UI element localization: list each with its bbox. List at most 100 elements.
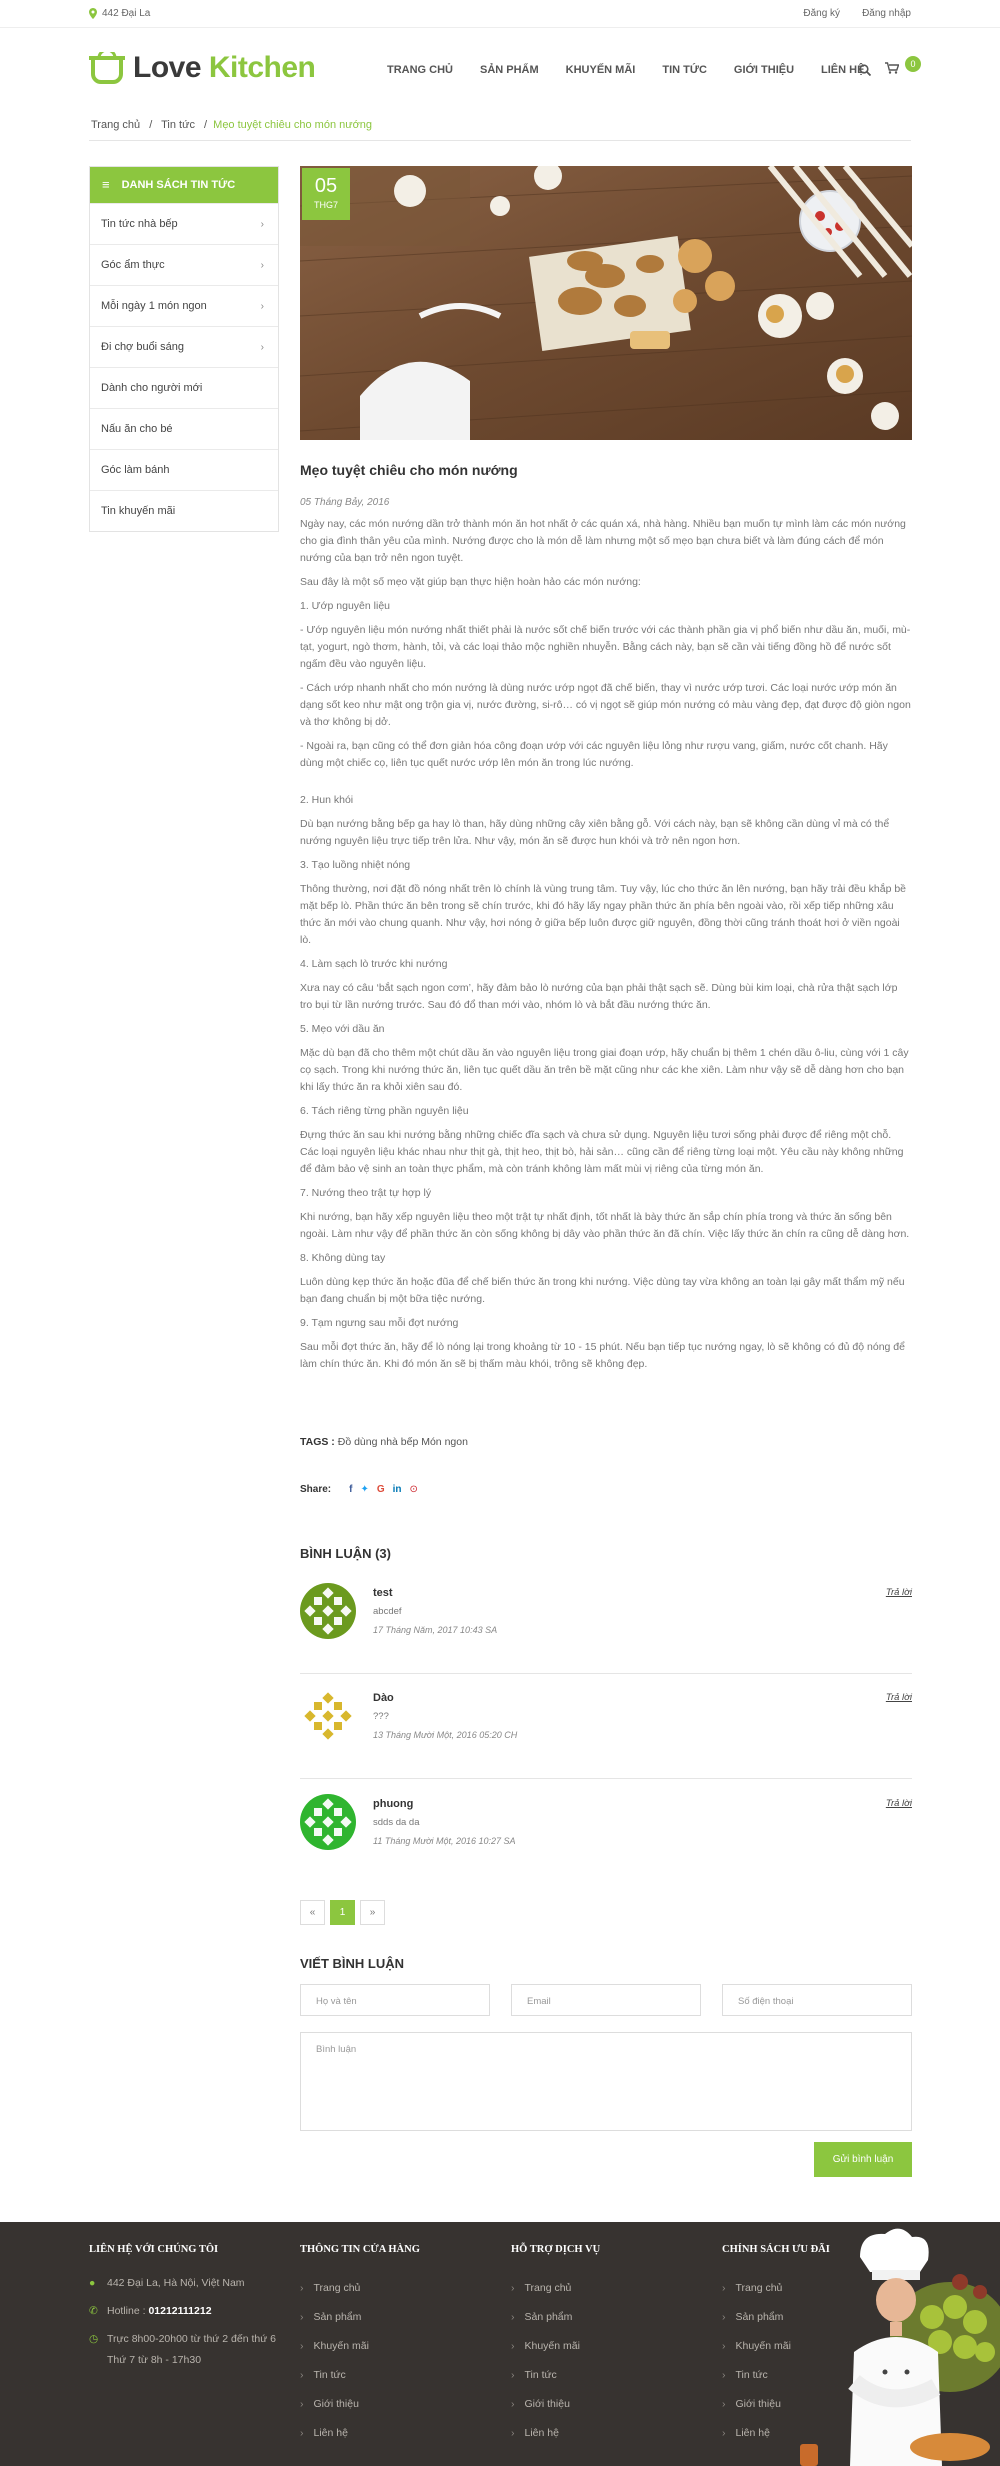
chevron-right-icon: › [511, 2368, 515, 2381]
footer-link-label: Khuyến mãi [524, 2339, 580, 2352]
breadcrumb-home[interactable]: Trang chủ [91, 119, 140, 131]
chevron-right-icon: › [300, 2368, 304, 2381]
footer-link[interactable]: › Giới thiệu [511, 2389, 600, 2418]
reply-link[interactable]: Trả lời [886, 1587, 912, 1598]
footer-link-label: Tin tức [735, 2368, 768, 2381]
email-input[interactable]: Email [511, 1984, 701, 2016]
article-paragraph: Xưa nay có câu ‘bắt sạch ngon cơm’, hãy … [300, 982, 898, 1011]
footer-link-label: Tin tức [313, 2368, 346, 2381]
nav-news[interactable]: TIN TỨC [662, 64, 707, 76]
phone-input[interactable]: Số điện thoại [722, 1984, 912, 2016]
footer-link[interactable]: › Khuyến mãi [511, 2331, 600, 2360]
google-plus-icon[interactable]: G [377, 1484, 385, 1495]
sidebar-item[interactable]: Nấu ăn cho bé [90, 408, 278, 449]
pot-logo-icon [89, 52, 125, 84]
article-body: Ngày nay, các món nướng dần trở thành mó… [300, 516, 912, 1380]
footer-column-title: HỖ TRỢ DỊCH VỤ [511, 2244, 601, 2255]
comment-divider [300, 1778, 912, 1779]
footer-link[interactable]: › Khuyến mãi [722, 2331, 830, 2360]
sidebar-item[interactable]: Đi chợ buổi sáng › [90, 326, 278, 367]
footer-link[interactable]: › Giới thiệu [722, 2389, 830, 2418]
breadcrumb-news[interactable]: Tin tức [161, 119, 195, 131]
twitter-icon[interactable]: ✦ [360, 1484, 368, 1495]
sidebar-item[interactable]: Dành cho người mới [90, 367, 278, 408]
submit-comment-button[interactable]: Gửi bình luận [814, 2142, 912, 2177]
menu-icon: ≡ [102, 177, 110, 192]
cart-button[interactable]: 0 [885, 56, 921, 77]
site-header: Love Kitchen TRANG CHỦ SẢN PHẨM KHUYẾN M… [0, 28, 1000, 110]
nav-products[interactable]: SẢN PHẨM [480, 64, 539, 76]
comment-form-title: VIẾT BÌNH LUẬN [300, 1956, 404, 1971]
reply-link[interactable]: Trả lời [886, 1798, 912, 1809]
search-icon[interactable] [859, 63, 871, 76]
sidebar-item-label: Góc làm bánh [101, 464, 170, 476]
footer-link[interactable]: › Sản phẩm [511, 2302, 600, 2331]
nav-home[interactable]: TRANG CHỦ [387, 64, 453, 76]
share-label: Share: [300, 1484, 332, 1495]
footer-link[interactable]: › Trang chủ [300, 2273, 420, 2302]
sidebar-item[interactable]: Tin tức nhà bếp › [90, 203, 278, 244]
post-date-badge: 05 THG7 [302, 168, 350, 220]
footer-link[interactable]: › Liên hệ [300, 2418, 420, 2447]
sidebar-item-label: Nấu ăn cho bé [101, 423, 173, 435]
nav-promotions[interactable]: KHUYẾN MÃI [566, 64, 636, 76]
chevron-right-icon: › [300, 2339, 304, 2352]
footer-link[interactable]: › Sản phẩm [300, 2302, 420, 2331]
sidebar-item-label: Tin tức nhà bếp [101, 218, 178, 230]
tags-label: TAGS : [300, 1436, 335, 1448]
sidebar-item[interactable]: Góc làm bánh [90, 449, 278, 490]
avatar [300, 1583, 356, 1639]
reply-link[interactable]: Trả lời [886, 1692, 912, 1703]
footer-link[interactable]: › Liên hệ [722, 2418, 830, 2447]
facebook-icon[interactable]: f [349, 1484, 352, 1495]
logo[interactable]: Love Kitchen [89, 51, 316, 85]
comment-textarea[interactable]: Bình luận [300, 2032, 912, 2131]
footer-address: 442 Đại La, Hà Nội, Việt Nam [107, 2277, 245, 2289]
footer-link-label: Khuyến mãi [313, 2339, 369, 2352]
article-paragraph: 6. Tách riêng từng phần nguyên liệu [300, 1105, 469, 1117]
footer-link[interactable]: › Giới thiệu [300, 2389, 420, 2418]
article-paragraph: 3. Tạo luồng nhiệt nóng [300, 859, 411, 871]
sidebar-item[interactable]: Góc ẩm thực › [90, 244, 278, 285]
breadcrumb-sep: / [204, 119, 208, 131]
footer-link[interactable]: › Tin tức [300, 2360, 420, 2389]
comment-divider [300, 1673, 912, 1674]
footer-link-label: Liên hệ [313, 2426, 348, 2439]
breadcrumb: Trang chủ / Tin tức / Mẹo tuyệt chiêu ch… [91, 119, 372, 131]
footer-column-title: THÔNG TIN CỬA HÀNG [300, 2244, 420, 2255]
pagination-page[interactable]: 1 [330, 1900, 355, 1925]
pagination-prev[interactable]: « [300, 1900, 325, 1925]
footer-link[interactable]: › Tin tức [722, 2360, 830, 2389]
spice-jar-decoration [800, 2444, 818, 2466]
sidebar-header: ≡ DANH SÁCH TIN TỨC [90, 167, 278, 203]
hotline-number[interactable]: 01212111212 [148, 2305, 211, 2317]
chevron-right-icon[interactable]: › [261, 342, 264, 353]
pinterest-icon[interactable]: ⊙ [410, 1484, 418, 1495]
chevron-right-icon[interactable]: › [261, 301, 264, 312]
footer-link[interactable]: › Sản phẩm [722, 2302, 830, 2331]
post-month: THG7 [313, 200, 338, 210]
nav-about[interactable]: GIỚI THIỆU [734, 64, 794, 76]
footer-link-label: Sản phẩm [524, 2310, 573, 2323]
tags-list[interactable]: Đồ dùng nhà bếp Món ngon [338, 1436, 468, 1448]
cart-count-badge: 0 [905, 56, 921, 72]
pagination-next[interactable]: » [360, 1900, 385, 1925]
linkedin-icon[interactable]: in [393, 1484, 402, 1495]
chevron-right-icon[interactable]: › [261, 219, 264, 230]
footer-link[interactable]: › Khuyến mãi [300, 2331, 420, 2360]
phone-icon: ✆ [89, 2305, 98, 2317]
sidebar-item[interactable]: Tin khuyến mãi [90, 490, 278, 531]
footer-link[interactable]: › Tin tức [511, 2360, 600, 2389]
footer-link[interactable]: › Trang chủ [511, 2273, 600, 2302]
chevron-right-icon[interactable]: › [261, 260, 264, 271]
sidebar-item-label: Mỗi ngày 1 món ngon [101, 300, 207, 312]
footer-column-title: CHÍNH SÁCH ƯU ĐÃI [722, 2244, 830, 2255]
name-input[interactable]: Họ và tên [300, 1984, 490, 2016]
chevron-right-icon: › [300, 2310, 304, 2323]
footer-link[interactable]: › Trang chủ [722, 2273, 830, 2302]
login-link[interactable]: Đăng nhập [862, 8, 911, 19]
nav-contact[interactable]: LIÊN HỆ [821, 64, 864, 76]
sidebar-item[interactable]: Mỗi ngày 1 món ngon › [90, 285, 278, 326]
register-link[interactable]: Đăng ký [803, 8, 840, 19]
footer-link[interactable]: › Liên hệ [511, 2418, 600, 2447]
